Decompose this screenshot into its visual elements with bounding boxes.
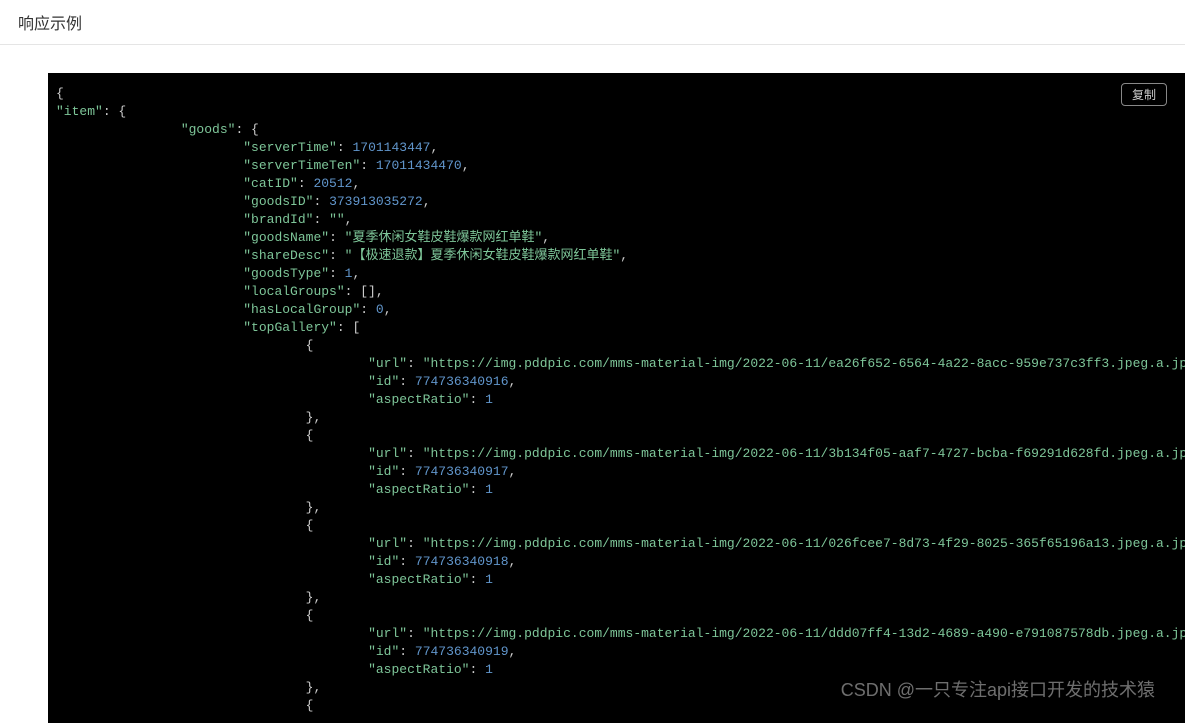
header-title: 响应示例 bbox=[18, 16, 82, 33]
code-block: 复制 {"item": { "goods": { "serverTime": 1… bbox=[48, 73, 1185, 723]
code-content: {"item": { "goods": { "serverTime": 1701… bbox=[56, 85, 1177, 715]
copy-button[interactable]: 复制 bbox=[1121, 83, 1167, 106]
section-header: 响应示例 bbox=[0, 0, 1185, 45]
